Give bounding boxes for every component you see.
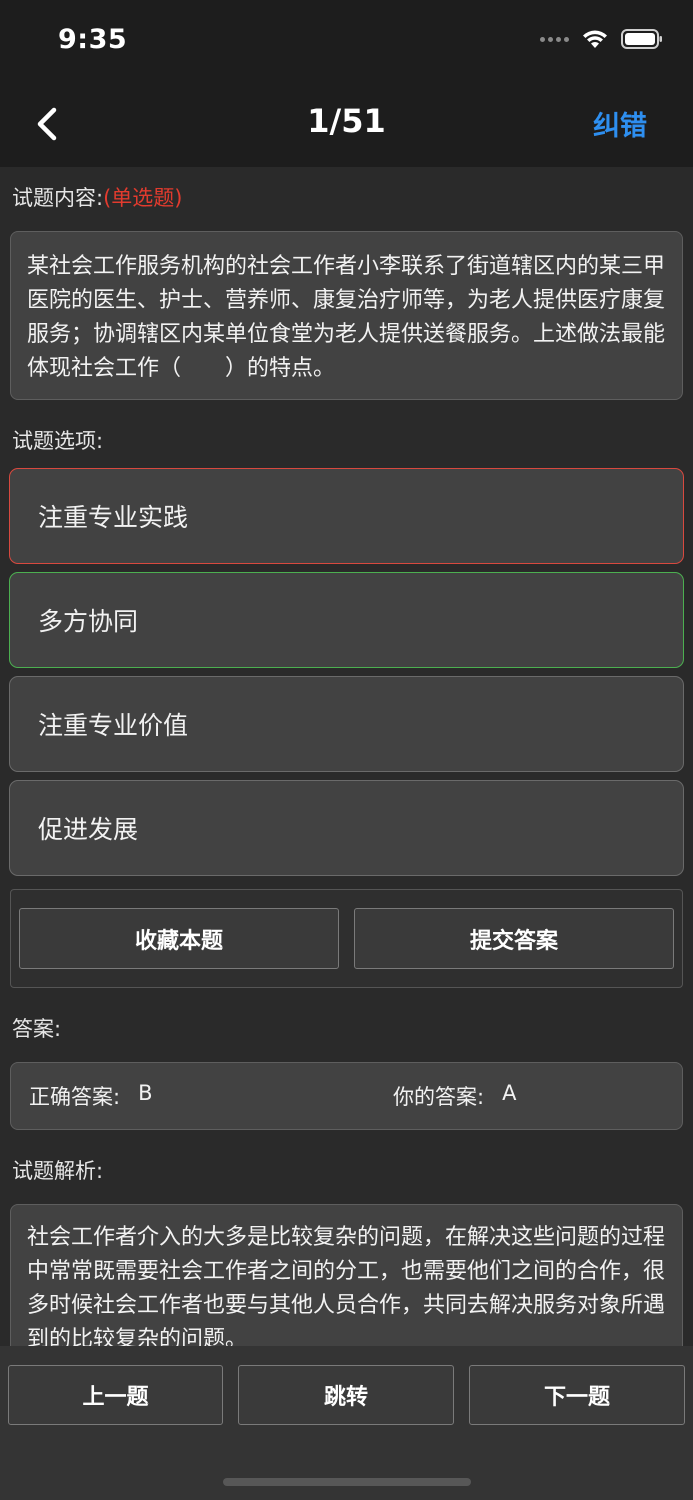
report-error-button[interactable]: 纠错 (593, 104, 647, 143)
answer-card: 正确答案: B 你的答案: A (10, 1062, 683, 1130)
status-bar: 9:35 (0, 0, 693, 82)
correct-answer: 正确答案: B (29, 1081, 153, 1111)
cellular-signal-icon (540, 36, 569, 42)
question-label-text: 试题内容: (12, 186, 104, 210)
next-question-button[interactable]: 下一题 (469, 1365, 685, 1425)
analysis-label: 试题解析: (12, 1159, 104, 1183)
battery-icon (621, 28, 663, 50)
answer-label: 答案: (12, 1017, 62, 1041)
your-answer-value: A (502, 1081, 517, 1105)
option-c[interactable]: 注重专业价值 (9, 676, 684, 772)
question-type-tag: (单选题) (103, 186, 183, 210)
correct-answer-value: B (138, 1081, 153, 1105)
option-a-text: 注重专业实践 (38, 503, 189, 532)
question-card: 某社会工作服务机构的社会工作者小李联系了街道辖区内的某三甲医院的医生、护士、营养… (10, 231, 683, 400)
submit-answer-button[interactable]: 提交答案 (354, 908, 674, 969)
option-d-text: 促进发展 (38, 815, 139, 844)
status-icons (540, 28, 663, 50)
navigation-bar: 1/51 纠错 (0, 82, 693, 167)
question-text: 某社会工作服务机构的社会工作者小李联系了街道辖区内的某三甲医院的医生、护士、营养… (27, 254, 666, 381)
page-title: 1/51 (307, 102, 386, 140)
your-answer-label: 你的答案: (393, 1085, 485, 1109)
action-panel: 收藏本题 提交答案 (10, 889, 683, 988)
wifi-icon (581, 28, 609, 50)
analysis-text: 社会工作者介入的大多是比较复杂的问题，在解决这些问题的过程中常常既需要社会工作者… (27, 1225, 666, 1346)
option-b[interactable]: 多方协同 (9, 572, 684, 668)
analysis-scroll-area[interactable]: 社会工作者介入的大多是比较复杂的问题，在解决这些问题的过程中常常既需要社会工作者… (10, 1204, 683, 1346)
correct-answer-label: 正确答案: (29, 1085, 121, 1109)
analysis-card: 社会工作者介入的大多是比较复杂的问题，在解决这些问题的过程中常常既需要社会工作者… (10, 1204, 683, 1346)
options-label: 试题选项: (12, 429, 104, 453)
status-time: 9:35 (58, 24, 128, 55)
option-b-text: 多方协同 (38, 607, 139, 636)
previous-question-button[interactable]: 上一题 (8, 1365, 223, 1425)
jump-button[interactable]: 跳转 (238, 1365, 454, 1425)
option-d[interactable]: 促进发展 (9, 780, 684, 876)
option-c-text: 注重专业价值 (38, 711, 189, 740)
question-content-label: 试题内容:(单选题) (12, 182, 182, 212)
bottom-toolbar: 上一题 跳转 下一题 (0, 1346, 693, 1500)
option-a[interactable]: 注重专业实践 (9, 468, 684, 564)
favorite-button[interactable]: 收藏本题 (19, 908, 339, 969)
your-answer: 你的答案: A (393, 1081, 516, 1111)
home-indicator[interactable] (223, 1478, 471, 1486)
